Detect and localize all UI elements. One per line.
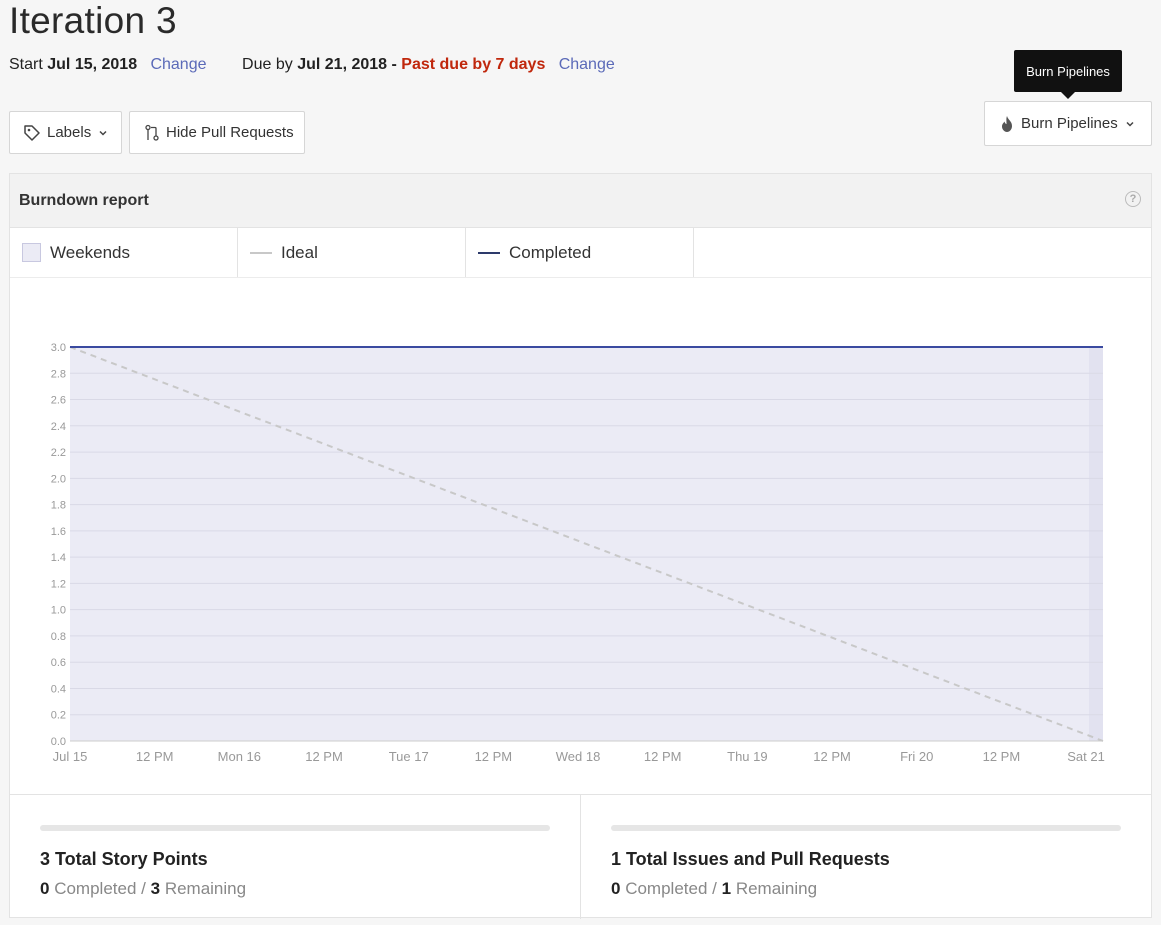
burn-pipelines-button[interactable]: Burn Pipelines (984, 101, 1152, 146)
burndown-chart-svg: 0.0 0.2 0.4 0.6 0.8 1.0 1.2 1.4 1.6 1.8 2.0 2.2 2.4 2… (51, 342, 1105, 764)
y-tick-label: 1.6 (51, 526, 66, 538)
issues-stat: 1 Total Issues and Pull Requests 0 Compl… (580, 795, 1151, 919)
x-tick-label: Jul 15 (53, 749, 88, 764)
y-tick-label: 2.0 (51, 473, 66, 485)
chart-legend: Weekends Ideal Completed (10, 228, 1151, 278)
story-points-title: 3 Total Story Points (40, 849, 208, 869)
start-date: Jul 15, 2018 (47, 56, 138, 73)
points-remaining-label: Remaining (164, 879, 247, 898)
issues-completed-count: 0 (611, 879, 621, 898)
y-tick-label: 0.0 (51, 736, 66, 748)
y-tick-label: 2.6 (51, 395, 66, 407)
y-tick-label: 0.6 (51, 657, 66, 669)
x-tick-label: 12 PM (475, 749, 513, 764)
issues-completed-label: Completed / (625, 879, 717, 898)
labels-button-label: Labels (47, 124, 92, 141)
x-tick-label: 12 PM (983, 749, 1021, 764)
y-tick-label: 2.2 (51, 447, 66, 459)
y-tick-label: 3.0 (51, 342, 66, 354)
x-tick-label: Fri 20 (900, 749, 933, 764)
y-tick-label: 1.4 (51, 552, 66, 564)
issues-remaining-count: 1 (721, 879, 732, 898)
x-tick-label: 12 PM (305, 749, 343, 764)
completed-swatch (478, 251, 500, 254)
x-tick-label: Mon 16 (218, 749, 261, 764)
ideal-swatch (250, 251, 272, 254)
issues-summary: 0 Completed / 1 Remaining (611, 879, 817, 899)
y-tick-label: 0.8 (51, 631, 66, 643)
y-tick-label: 0.2 (51, 710, 66, 722)
due-label: Due by (242, 56, 293, 73)
points-completed-label: Completed / (54, 879, 146, 898)
panel-header: Burndown report ? (10, 174, 1151, 228)
legend-ideal[interactable]: Ideal (238, 228, 466, 277)
issues-progress-bar (611, 825, 1121, 831)
stats-section: 3 Total Story Points 0 Completed / 3 Rem… (10, 794, 1151, 919)
story-points-progress-bar (40, 825, 550, 831)
page-title: Iteration 3 (9, 0, 177, 41)
y-tick-label: 2.8 (51, 368, 66, 380)
x-tick-label: 12 PM (644, 749, 682, 764)
x-tick-label: Thu 19 (727, 749, 767, 764)
burndown-chart: 0.0 0.2 0.4 0.6 0.8 1.0 1.2 1.4 1.6 1.8 2.0 2.2 2.4 2… (10, 277, 1151, 793)
labels-button[interactable]: Labels (9, 111, 122, 154)
weekend-band-edge (1089, 347, 1103, 741)
issues-title: 1 Total Issues and Pull Requests (611, 849, 890, 869)
due-date: Jul 21, 2018 (297, 56, 388, 73)
burn-pipelines-label: Burn Pipelines (1021, 115, 1118, 132)
chevron-down-icon (1126, 121, 1134, 127)
x-tick-label: 12 PM (813, 749, 851, 764)
iteration-dates: Start Jul 15, 2018 Change Due by Jul 21,… (9, 56, 615, 74)
points-remaining-count: 3 (150, 879, 161, 898)
x-tick-label: Wed 18 (556, 749, 601, 764)
issues-remaining-label: Remaining (735, 879, 818, 898)
burn-pipelines-tooltip: Burn Pipelines (1014, 50, 1122, 99)
separator: - (391, 56, 397, 73)
x-tick-label: Sat 21 (1067, 749, 1105, 764)
tag-icon (24, 124, 40, 141)
legend-weekends-label: Weekends (50, 242, 131, 262)
y-tick-label: 0.4 (51, 683, 66, 695)
points-completed-count: 0 (40, 879, 50, 898)
panel-title: Burndown report (19, 191, 149, 209)
legend-completed[interactable]: Completed (466, 228, 694, 277)
help-icon[interactable]: ? (1125, 191, 1141, 207)
pull-request-icon (145, 124, 159, 141)
y-tick-label: 1.0 (51, 605, 66, 617)
legend-ideal-label: Ideal (281, 242, 318, 262)
x-tick-label: 12 PM (136, 749, 174, 764)
hide-pull-requests-button[interactable]: Hide Pull Requests (129, 111, 305, 154)
past-due-status: Past due by 7 days (401, 56, 546, 73)
flame-icon (1002, 115, 1012, 132)
story-points-stat: 3 Total Story Points 0 Completed / 3 Rem… (10, 795, 580, 919)
y-tick-label: 2.4 (51, 421, 66, 433)
legend-completed-label: Completed (509, 242, 592, 262)
story-points-summary: 0 Completed / 3 Remaining (40, 879, 246, 899)
burndown-panel: Burndown report ? Weekends Ideal Complet… (9, 173, 1152, 919)
y-tick-label: 1.8 (51, 500, 66, 512)
weekends-swatch (22, 243, 41, 262)
change-due-link[interactable]: Change (559, 56, 615, 73)
x-tick-label: Tue 17 (389, 749, 429, 764)
chevron-down-icon (99, 130, 107, 136)
change-start-link[interactable]: Change (150, 56, 206, 73)
start-label: Start (9, 56, 43, 73)
hide-pull-requests-label: Hide Pull Requests (166, 124, 294, 141)
legend-weekends[interactable]: Weekends (10, 228, 238, 277)
y-tick-label: 1.2 (51, 578, 66, 590)
